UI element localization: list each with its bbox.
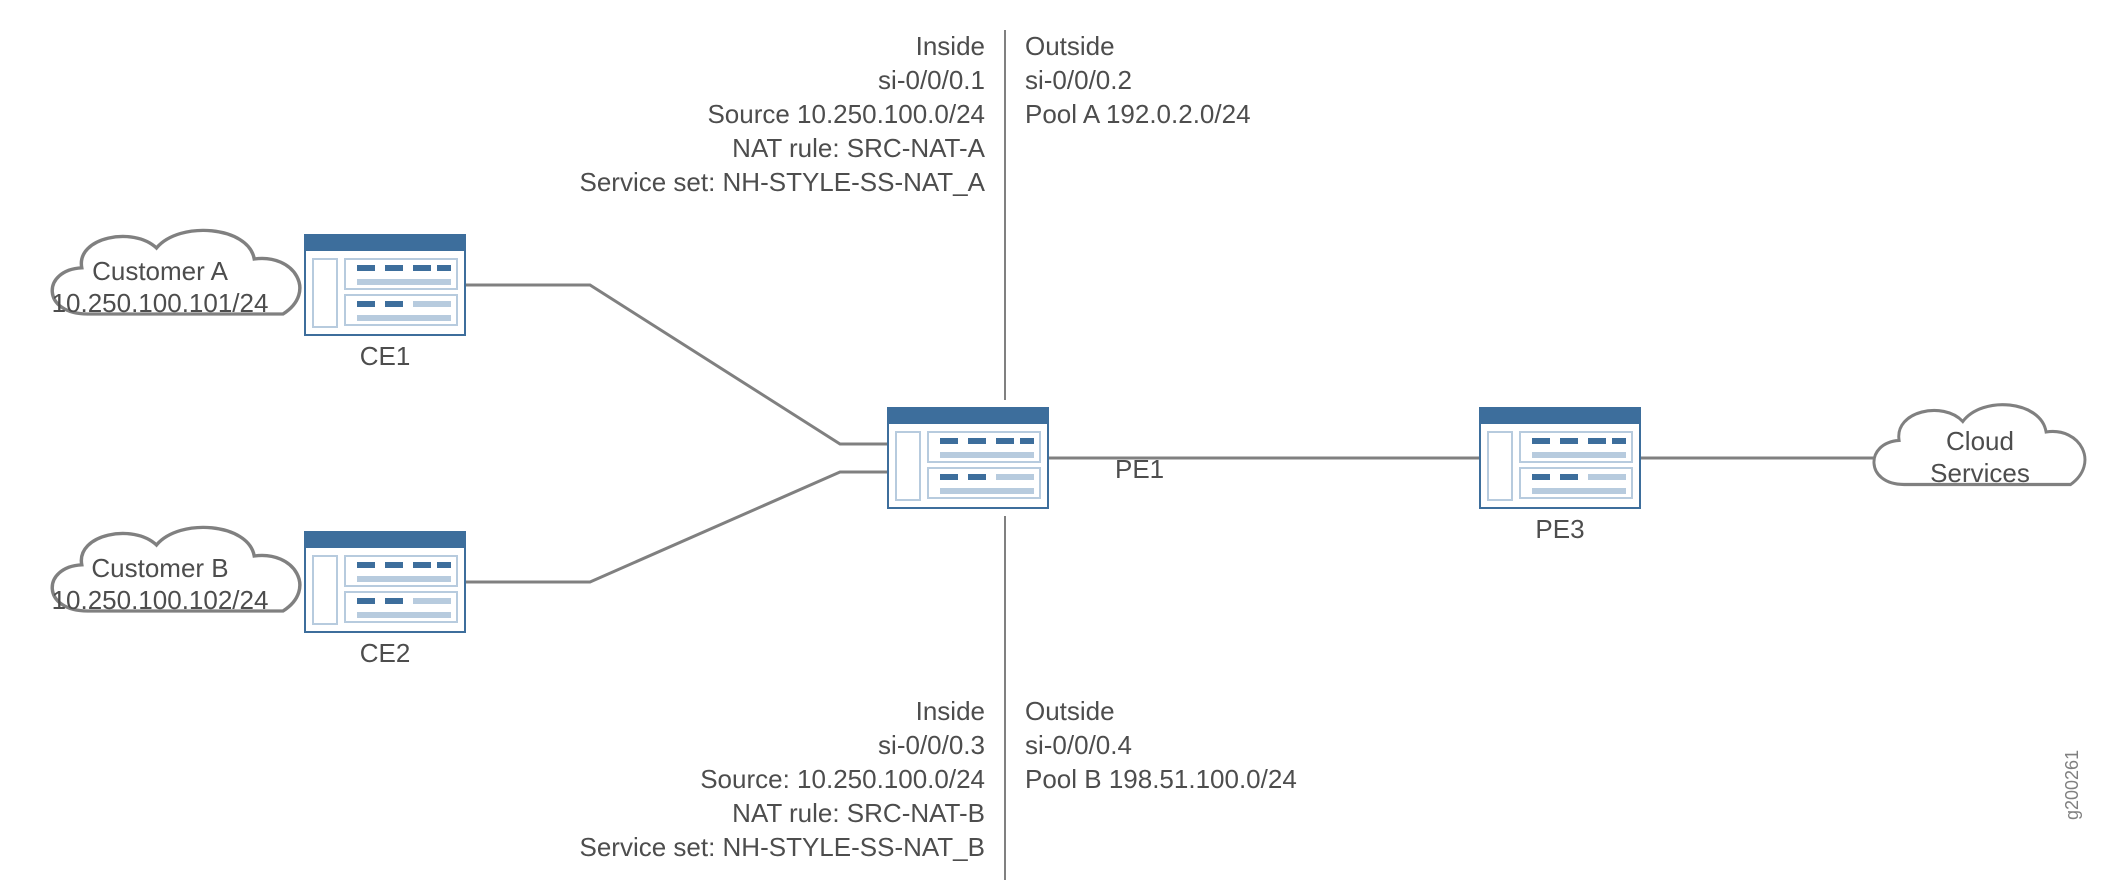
customer-a-ip: 10.250.100.101/24 (52, 288, 269, 318)
nat-bottom-inside-iface: si-0/0/0.3 (878, 730, 985, 760)
customer-b-name: Customer B (91, 553, 228, 583)
customer-b-ip: 10.250.100.102/24 (52, 585, 269, 615)
device-pe3-label: PE3 (1535, 514, 1584, 544)
link-ce2-pe1 (465, 472, 888, 582)
nat-bottom-inside-source: Source: 10.250.100.0/24 (700, 764, 985, 794)
nat-top-inside-natrule: NAT rule: SRC-NAT-A (732, 133, 985, 163)
nat-top-inside-source: Source 10.250.100.0/24 (707, 99, 985, 129)
customer-a-name: Customer A (92, 256, 228, 286)
nat-bottom-outside-heading: Outside (1025, 696, 1115, 726)
link-ce1-pe1 (465, 285, 888, 444)
device-ce1-label: CE1 (360, 341, 411, 371)
cloud-services-label-2: Services (1930, 458, 2030, 488)
nat-bottom-outside-iface: si-0/0/0.4 (1025, 730, 1132, 760)
nat-top-outside-iface: si-0/0/0.2 (1025, 65, 1132, 95)
nat-top-outside-heading: Outside (1025, 31, 1115, 61)
nat-bottom-inside: Inside si-0/0/0.3 Source: 10.250.100.0/2… (579, 696, 985, 862)
cloud-services-label-1: Cloud (1946, 426, 2014, 456)
nat-bottom-outside-pool: Pool B 198.51.100.0/24 (1025, 764, 1297, 794)
device-pe1-icon (888, 408, 1048, 508)
device-pe1-label: PE1 (1115, 454, 1164, 484)
nat-bottom-inside-svcset: Service set: NH-STYLE-SS-NAT_B (579, 832, 985, 862)
nat-bottom-outside: Outside si-0/0/0.4 Pool B 198.51.100.0/2… (1025, 696, 1297, 794)
device-pe3-icon (1480, 408, 1640, 508)
device-ce2-icon (305, 532, 465, 632)
figure-ref-id: g200261 (2062, 750, 2082, 820)
nat-top-inside-iface: si-0/0/0.1 (878, 65, 985, 95)
nat-top-outside: Outside si-0/0/0.2 Pool A 192.0.2.0/24 (1025, 31, 1251, 129)
nat-bottom-inside-natrule: NAT rule: SRC-NAT-B (732, 798, 985, 828)
nat-top-inside: Inside si-0/0/0.1 Source 10.250.100.0/24… (579, 31, 985, 197)
device-ce1-icon (305, 235, 465, 335)
nat-top-inside-svcset: Service set: NH-STYLE-SS-NAT_A (579, 167, 985, 197)
device-ce2-label: CE2 (360, 638, 411, 668)
nat-top-outside-pool: Pool A 192.0.2.0/24 (1025, 99, 1251, 129)
nat-bottom-inside-heading: Inside (916, 696, 985, 726)
nat-top-inside-heading: Inside (916, 31, 985, 61)
